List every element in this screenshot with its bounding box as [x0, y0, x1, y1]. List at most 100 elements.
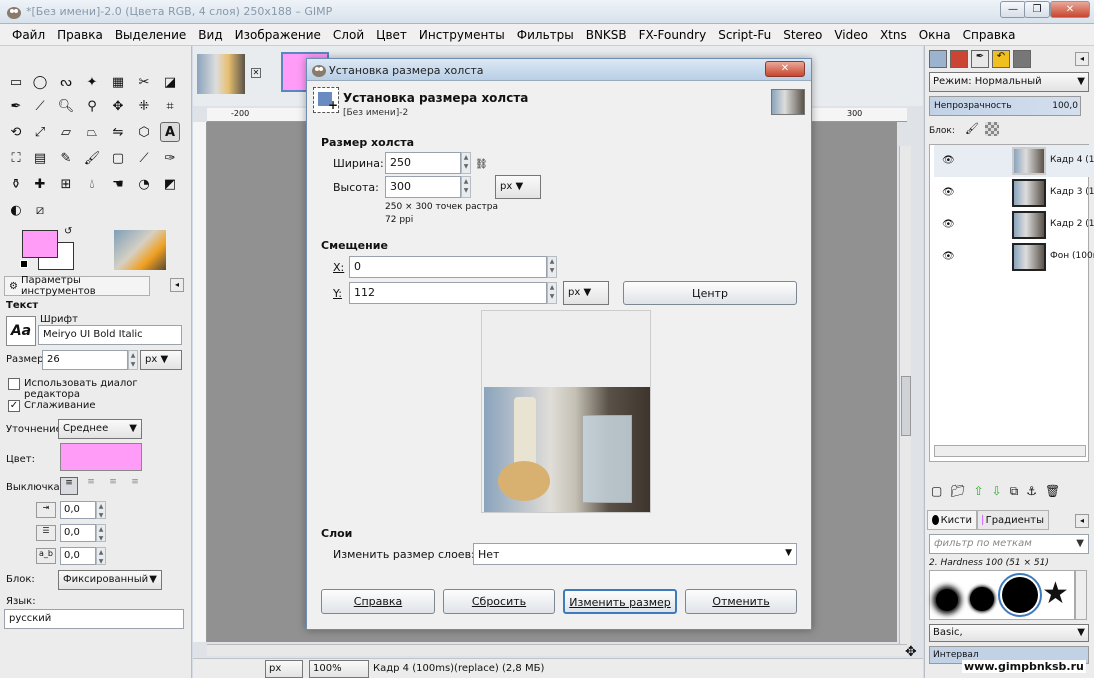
menu-edit[interactable]: Правка: [57, 28, 103, 42]
channels-tab-icon[interactable]: [950, 50, 968, 68]
new-layer-icon[interactable]: ▢: [931, 484, 942, 500]
menu-video[interactable]: Video: [834, 28, 868, 42]
help-button[interactable]: Справка: [321, 589, 435, 614]
brushes-grid[interactable]: ★: [929, 570, 1075, 620]
minimize-button[interactable]: —: [1000, 1, 1026, 18]
color-select-icon[interactable]: ▦: [108, 72, 128, 92]
scale-icon[interactable]: ⤢: [30, 122, 50, 142]
justify-right-icon[interactable]: ≡: [82, 477, 100, 495]
text-color-button[interactable]: [60, 443, 142, 471]
brush-preset-dropdown[interactable]: Basic, ▼: [929, 624, 1089, 642]
size-unit-dropdown[interactable]: px ▼: [495, 175, 541, 199]
measure-icon[interactable]: ⚲: [82, 96, 102, 116]
center-button[interactable]: Центр: [623, 281, 797, 305]
line-spacing-spinner[interactable]: ▲ ▼: [96, 524, 106, 542]
foreground-select-icon[interactable]: ◪: [160, 72, 180, 92]
blur-icon[interactable]: 💧︎: [82, 174, 102, 194]
y-offset-input[interactable]: 112: [349, 282, 547, 304]
vertical-scrollbar[interactable]: [899, 146, 911, 646]
menu-select[interactable]: Выделение: [115, 28, 186, 42]
visibility-eye-icon[interactable]: 👁︎: [942, 251, 958, 262]
language-input[interactable]: русский: [4, 609, 184, 629]
active-pattern-preview[interactable]: [114, 230, 166, 270]
undo-tab-icon[interactable]: ↶: [992, 50, 1010, 68]
offset-unit-dropdown[interactable]: px ▼: [563, 281, 609, 305]
swap-colors-icon[interactable]: ↺: [64, 226, 72, 237]
layer-row[interactable]: 👁︎ Кадр 4 (1: [934, 145, 1094, 177]
x-offset-spinner[interactable]: ▲ ▼: [547, 256, 557, 278]
size-spinner[interactable]: ▲ ▼: [128, 350, 138, 370]
tab-brushes[interactable]: Кисти: [927, 510, 977, 530]
magic-wand-icon[interactable]: ✦: [82, 72, 102, 92]
font-input[interactable]: Meiryo UI Bold Italic: [38, 325, 182, 345]
brush-star-icon[interactable]: ★: [1042, 577, 1069, 611]
images-tab-icon[interactable]: [1013, 50, 1031, 68]
offset-preview-area[interactable]: [481, 310, 651, 513]
resize-layers-dropdown[interactable]: Нет ▼: [473, 543, 797, 565]
layer-row[interactable]: 👁︎ Фон (100r: [934, 241, 1094, 273]
x-offset-input[interactable]: 0: [349, 256, 547, 278]
raise-layer-icon[interactable]: ⇧: [974, 484, 984, 500]
shear-icon[interactable]: ▱: [56, 122, 76, 142]
letter-spacing-spinner[interactable]: ▲ ▼: [96, 547, 106, 565]
paths-icon[interactable]: ✒: [6, 96, 26, 116]
height-input[interactable]: 300: [385, 176, 461, 198]
delete-layer-icon[interactable]: 🗑︎: [1045, 484, 1060, 500]
color-picker-icon[interactable]: ⟋: [30, 96, 50, 116]
brushes-menu-icon[interactable]: ◂: [1075, 514, 1089, 528]
gradient-map-icon[interactable]: ◩: [160, 174, 180, 194]
cage-icon[interactable]: ⬡: [134, 122, 154, 142]
brushes-scrollbar[interactable]: [1075, 570, 1087, 620]
crop-icon[interactable]: ⌗: [160, 96, 180, 116]
perspective-clone-icon[interactable]: ⊞: [56, 174, 76, 194]
justify-center-icon[interactable]: ≡: [104, 477, 122, 495]
menu-view[interactable]: Вид: [198, 28, 222, 42]
duplicate-layer-icon[interactable]: ⧉: [1010, 484, 1019, 500]
menu-script-fu[interactable]: Script-Fu: [718, 28, 771, 42]
panel-menu-icon[interactable]: ◂: [170, 278, 184, 292]
default-colors-icon[interactable]: [20, 260, 28, 268]
dock-menu-icon[interactable]: ◂: [1075, 52, 1089, 66]
tag-filter-input[interactable]: фильтр по меткам ▼: [929, 534, 1089, 554]
menu-layer[interactable]: Слой: [333, 28, 364, 42]
indent-input[interactable]: 0,0: [60, 501, 96, 519]
vertical-scrollbar-thumb[interactable]: [901, 376, 911, 436]
text-tool-icon[interactable]: A: [160, 122, 180, 142]
menu-tools[interactable]: Инструменты: [419, 28, 505, 42]
visibility-eye-icon[interactable]: 👁︎: [942, 155, 958, 166]
hinting-dropdown[interactable]: Среднее ▼: [58, 419, 142, 439]
y-offset-spinner[interactable]: ▲ ▼: [547, 282, 557, 304]
rect-select-icon[interactable]: ▭: [6, 72, 26, 92]
tab-gradients[interactable]: Градиенты: [977, 510, 1049, 530]
pencil-icon[interactable]: ✎: [56, 148, 76, 168]
dialog-close-button[interactable]: ✕: [765, 61, 805, 77]
brush-hardness-100[interactable]: [998, 573, 1042, 617]
chain-link-icon[interactable]: ⛓: [475, 159, 488, 195]
menu-color[interactable]: Цвет: [376, 28, 407, 42]
visibility-eye-icon[interactable]: 👁︎: [942, 187, 958, 198]
menu-windows[interactable]: Окна: [919, 28, 951, 42]
menu-stereo[interactable]: Stereo: [783, 28, 822, 42]
foreground-color-swatch[interactable]: [22, 230, 58, 258]
heal-icon[interactable]: ✚: [30, 174, 50, 194]
layer-row[interactable]: 👁︎ Кадр 2 (1: [934, 209, 1094, 241]
move-icon[interactable]: ✥: [108, 96, 128, 116]
letter-spacing-input[interactable]: 0,0: [60, 547, 96, 565]
reset-button[interactable]: Сбросить: [443, 589, 555, 614]
use-editor-checkbox[interactable]: [8, 378, 20, 390]
scissors-icon[interactable]: ✂: [134, 72, 154, 92]
maximize-button[interactable]: ❐: [1024, 1, 1050, 18]
lock-paint-icon[interactable]: 🖌︎: [965, 122, 979, 135]
menu-image[interactable]: Изображение: [235, 28, 321, 42]
airbrush-icon[interactable]: ⟋: [134, 148, 154, 168]
font-preview-icon[interactable]: Aa: [6, 316, 36, 346]
layers-tab-icon[interactable]: [929, 50, 947, 68]
warp-icon[interactable]: ⧄: [30, 200, 50, 220]
layer-mode-dropdown[interactable]: Режим: Нормальный ▼: [929, 72, 1089, 92]
anchor-layer-icon[interactable]: ⚓︎: [1026, 484, 1037, 500]
indent-spinner[interactable]: ▲ ▼: [96, 501, 106, 519]
menu-xtns[interactable]: Xtns: [880, 28, 907, 42]
lower-layer-icon[interactable]: ⇩: [992, 484, 1002, 500]
bucket-fill-icon[interactable]: ⛶: [6, 148, 26, 168]
menu-filters[interactable]: Фильтры: [517, 28, 574, 42]
